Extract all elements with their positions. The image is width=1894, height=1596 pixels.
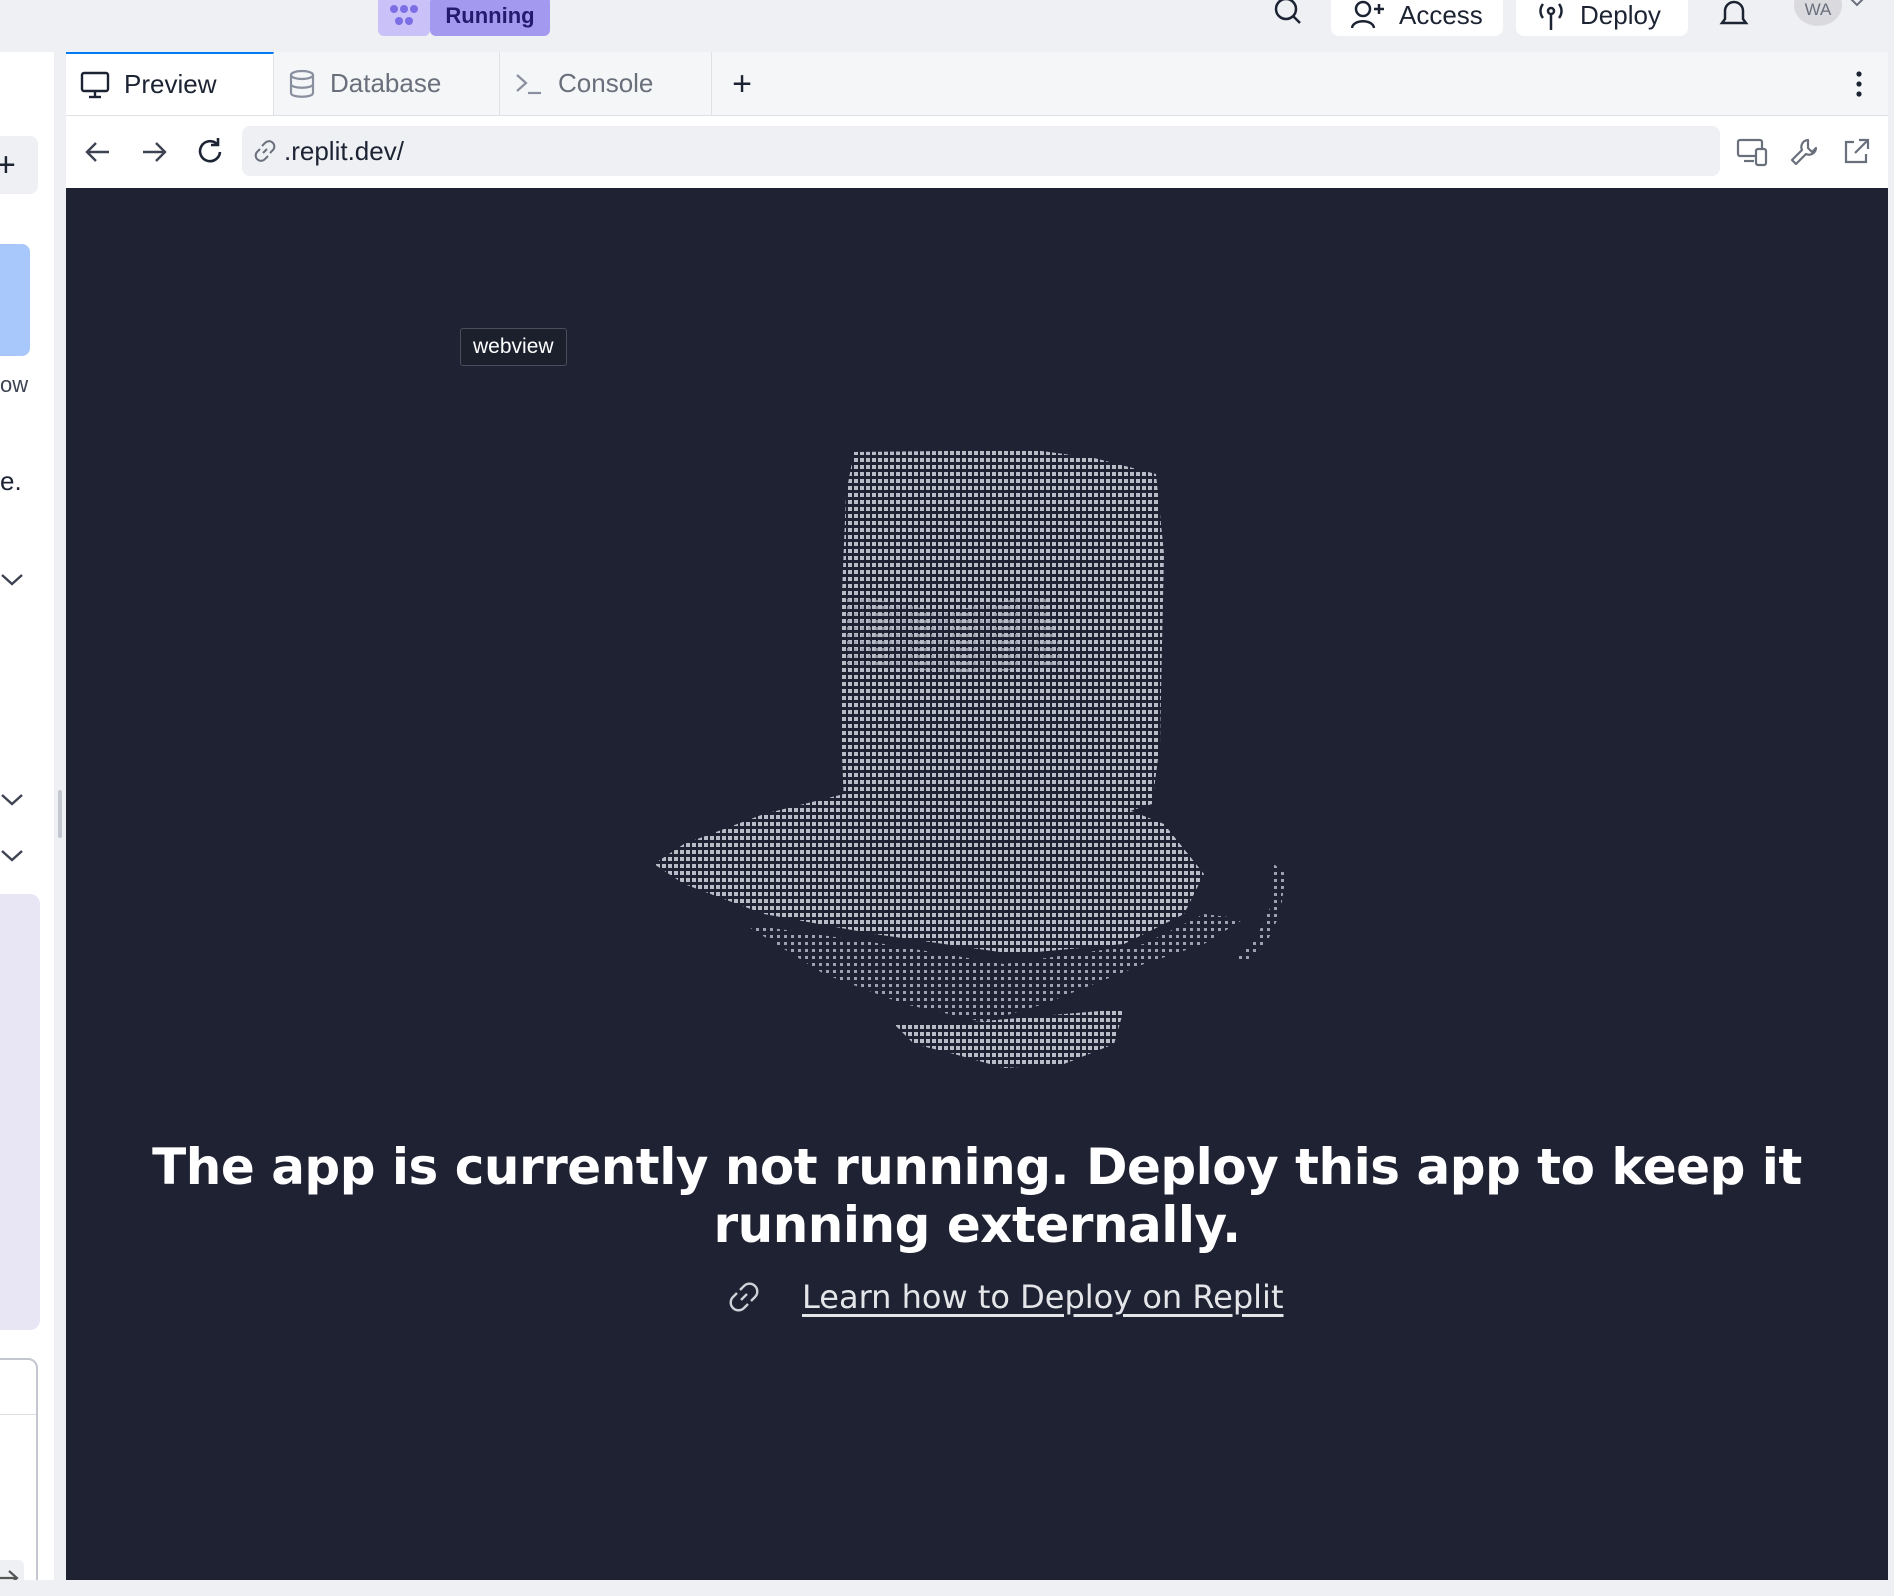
notifications-button[interactable] [1714, 0, 1754, 34]
deploy-antenna-icon [1539, 3, 1563, 30]
left-text-fragment-2: e. [0, 466, 22, 496]
send-arrow-icon [0, 1570, 19, 1580]
link-icon [254, 140, 276, 162]
chevron-down-icon[interactable] [1848, 0, 1866, 8]
address-bar: .replit.dev/ [66, 116, 1888, 188]
wrench-icon [1790, 138, 1818, 166]
add-tab-button[interactable]: + [720, 62, 764, 106]
database-icon [289, 69, 315, 98]
chevron-down-icon[interactable] [0, 572, 24, 588]
arrow-left-icon [85, 142, 109, 162]
search-icon [1274, 0, 1301, 24]
bell-icon [1719, 0, 1749, 25]
forward-button[interactable] [132, 130, 176, 174]
deploy-label: Deploy [1580, 0, 1661, 30]
run-dots-icon [390, 5, 418, 25]
devtools-button[interactable] [1782, 130, 1826, 174]
panel-resize-handle[interactable] [58, 790, 62, 838]
webview[interactable]: webview The app is currently not running… [66, 188, 1888, 1580]
tab-label: Database [330, 68, 442, 98]
access-label: Access [1399, 0, 1483, 30]
access-button[interactable]: Access [1331, 0, 1503, 36]
tab-label: Console [558, 68, 654, 98]
deploy-button[interactable]: Deploy [1516, 0, 1688, 36]
tab-console[interactable]: Console [500, 52, 712, 115]
tab-label: Preview [124, 69, 217, 99]
send-button[interactable] [0, 1560, 24, 1580]
back-button[interactable] [76, 130, 120, 174]
reload-button[interactable] [188, 130, 232, 174]
url-text: .replit.dev/ [284, 135, 404, 166]
device-preview-button[interactable] [1730, 130, 1774, 174]
learn-deploy-link[interactable]: Learn how to Deploy on Replit [802, 1278, 1283, 1316]
run-button[interactable]: Running [430, 0, 550, 36]
more-options-button[interactable] [1844, 64, 1874, 104]
learn-deploy-row: Learn how to Deploy on Replit [726, 1278, 1283, 1316]
search-button[interactable] [1268, 0, 1308, 34]
left-text-fragment: ow [0, 372, 29, 397]
link-icon [729, 1282, 759, 1312]
ascii-art-top-hat-illustration [654, 450, 1286, 1068]
avatar[interactable]: WA [1794, 0, 1842, 26]
more-vertical-icon [1856, 71, 1862, 97]
devices-icon [1736, 138, 1768, 167]
external-link-icon [1844, 138, 1870, 164]
arrow-right-icon [143, 142, 167, 162]
tab-database[interactable]: Database [274, 52, 500, 115]
add-user-icon [1351, 0, 1384, 29]
new-item-button[interactable]: + [0, 136, 38, 194]
monitor-icon [80, 71, 110, 98]
url-input[interactable]: .replit.dev/ [242, 126, 1720, 176]
top-bar: Running Access Deploy WA [0, 0, 1894, 52]
chat-input[interactable] [0, 1358, 38, 1580]
terminal-icon [516, 73, 541, 94]
chevron-down-icon[interactable] [0, 792, 24, 808]
chat-panel [0, 894, 40, 1330]
open-new-tab-button[interactable] [1834, 130, 1878, 174]
preview-pane: Preview Database Console + .replit.dev/ … [66, 52, 1888, 1580]
left-panel: + ow e. [0, 52, 54, 1580]
tab-preview[interactable]: Preview [66, 52, 274, 115]
chevron-down-icon[interactable] [0, 848, 24, 864]
run-config-button[interactable] [378, 0, 430, 36]
not-running-message: The app is currently not running. Deploy… [152, 1138, 1802, 1254]
divider [0, 1414, 36, 1415]
selected-card[interactable] [0, 244, 30, 356]
refresh-icon [198, 138, 222, 163]
webview-tooltip: webview [460, 328, 567, 366]
tab-bar: Preview Database Console + [66, 52, 1888, 116]
